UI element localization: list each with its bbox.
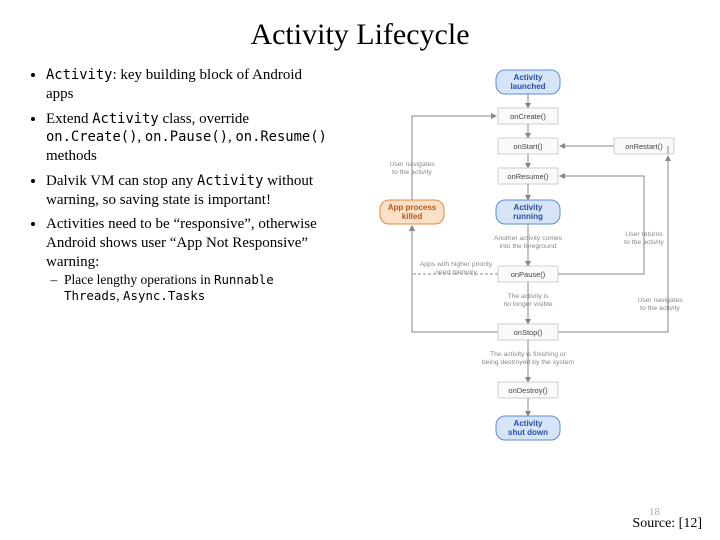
svg-text:Activitylaunched: Activitylaunched [510,73,545,91]
t: Activities need to be “responsive”, othe… [46,216,317,270]
state-killed-l1: App process [388,203,437,212]
t: , [137,129,145,145]
bullet-2: Extend Activity class, override on.Creat… [46,110,328,166]
state-running-l1: Activity [514,203,543,212]
state-shutdown-l2: shut down [508,428,548,437]
label-user-navigates-to: User navigatesto the activity [637,297,683,312]
code: Activity [197,173,263,189]
bullet-3: Dalvik VM can stop any Activity without … [46,172,328,210]
label-user-returns: User returnsto the activity [624,231,664,246]
code: on.Create() [46,129,137,145]
state-launched-l1: Activity [514,73,543,82]
slide-title: Activity Lifecycle [28,18,692,52]
t: Place lengthy operations in [64,272,214,287]
label-user-navigates: User navigatesto the activity [389,161,435,176]
cb-onstart: onStart() [513,142,543,151]
cb-ondestroy: onDestroy() [508,386,548,395]
state-launched-l2: launched [510,82,545,91]
cb-onstop: onStop() [514,328,543,337]
source-citation: Source: [12] [632,516,702,532]
state-killed-l2: killed [402,212,423,221]
cb-onpause: onPause() [511,270,546,279]
t: Extend [46,111,92,127]
cb-onresume: onResume() [507,172,549,181]
code: on.Pause() [145,129,228,145]
code-activity: Activity [46,67,112,83]
bullet-1: Activity: key building block of Android … [46,66,328,104]
bullet-4: Activities need to be “responsive”, othe… [46,215,328,305]
code: Activity [92,111,158,127]
code: on.Resume() [235,129,326,145]
svg-text:Activityrunning: Activityrunning [513,203,543,221]
t: Dalvik VM can stop any [46,173,197,189]
cb-oncreate: onCreate() [510,112,546,121]
svg-text:Activityshut down: Activityshut down [508,419,548,437]
label-finishing: The activity is finishing orbeing destro… [482,351,575,366]
lifecycle-diagram: Activitylaunched onCreate() onStart() on… [338,66,698,496]
code: Async.Tasks [123,288,205,303]
t: class, override [159,111,249,127]
bullet-column: Activity: key building block of Android … [28,66,328,496]
cb-onrestart: onRestart() [625,142,663,151]
state-shutdown-l1: Activity [514,419,543,428]
label-no-longer-visible: The activity isno longer visible [503,293,552,308]
state-running-l2: running [513,212,543,221]
sub-bullet: Place lengthy operations in Runnable Thr… [64,272,328,306]
label-foreground: Another activity comesinto the foregroun… [494,235,563,250]
t: methods [46,148,97,164]
